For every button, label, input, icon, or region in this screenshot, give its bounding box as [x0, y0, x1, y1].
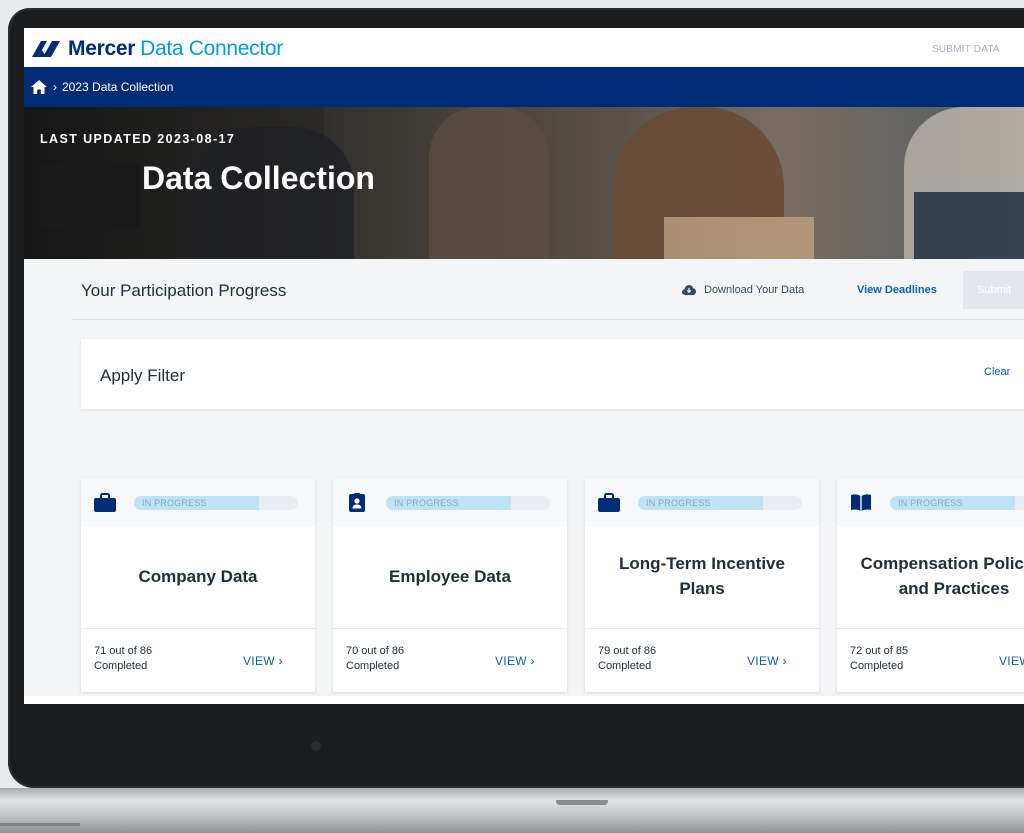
- card-header: IN PROGRESS: [585, 478, 819, 526]
- category-card[interactable]: IN PROGRESS Compensation Policies and Pr…: [837, 478, 1024, 692]
- status-badge: IN PROGRESS: [646, 498, 711, 508]
- status-badge: IN PROGRESS: [142, 498, 207, 508]
- card-title: Compensation Policies and Practices: [860, 554, 1024, 598]
- submit-data-link[interactable]: SUBMIT DATA: [932, 44, 1000, 55]
- app-logo[interactable]: Mercer Data Connector: [30, 37, 283, 61]
- card-header: IN PROGRESS: [333, 478, 567, 526]
- view-button[interactable]: VIEW ›: [495, 654, 535, 668]
- card-title: Employee Data: [389, 566, 511, 586]
- progress-title: Your Participation Progress: [81, 281, 287, 300]
- completion-count-label: Completed: [598, 660, 652, 672]
- completion-count-label: Completed: [346, 660, 400, 672]
- category-card[interactable]: IN PROGRESS Long-Term Incentive Plans 79…: [585, 478, 819, 692]
- completion-count-label: Completed: [850, 660, 904, 672]
- status-badge: IN PROGRESS: [898, 498, 963, 508]
- completion-count-value: 71 out of 86: [94, 645, 153, 657]
- clear-filter-button[interactable]: Clear: [984, 366, 1010, 378]
- cloud-download-icon: [682, 285, 696, 295]
- card-footer: 70 out of 86 Completed VIEW ›: [333, 628, 567, 693]
- completion-count: 70 out of 86 Completed: [346, 644, 404, 674]
- app-header: Mercer Data Connector SUBMIT DATA: [24, 28, 1024, 67]
- completion-count: 72 out of 85 Completed: [850, 644, 908, 674]
- progress-bar: IN PROGRESS: [638, 496, 802, 510]
- card-title: Long-Term Incentive Plans: [619, 554, 785, 598]
- download-data-label: Download Your Data: [704, 284, 805, 296]
- progress-header: Your Participation Progress Download You…: [72, 259, 1024, 320]
- card-footer: 79 out of 86 Completed VIEW ›: [585, 628, 819, 693]
- card-header: IN PROGRESS: [837, 478, 1024, 526]
- app-screen: Mercer Data Connector SUBMIT DATA › 2023…: [24, 28, 1024, 704]
- category-card[interactable]: IN PROGRESS Company Data 71 out of 86 Co…: [81, 478, 315, 692]
- card-header: IN PROGRESS: [81, 478, 315, 526]
- camera-dot: [311, 741, 321, 751]
- view-button[interactable]: VIEW ›: [243, 654, 283, 668]
- book-icon: [851, 494, 871, 511]
- download-data-link[interactable]: Download Your Data: [682, 284, 804, 296]
- laptop-hinge-notch: [556, 800, 608, 805]
- status-badge: IN PROGRESS: [394, 498, 459, 508]
- hero-dark-block: [40, 164, 140, 229]
- completion-count: 71 out of 86 Completed: [94, 644, 152, 674]
- view-button[interactable]: VIEW ›: [999, 654, 1024, 668]
- brand-name: Mercer: [68, 37, 136, 60]
- laptop-edge-line: [0, 823, 80, 826]
- briefcase-icon: [94, 493, 116, 512]
- card-title: Company Data: [138, 566, 258, 586]
- last-updated-label: LAST UPDATED 2023-08-17: [40, 132, 236, 146]
- progress-bar: IN PROGRESS: [134, 496, 298, 510]
- completion-count-label: Completed: [94, 660, 148, 672]
- filter-panel: Apply Filter Clear: [81, 339, 1024, 409]
- completion-count-value: 79 out of 86: [598, 645, 657, 657]
- card-footer: 72 out of 85 Completed VIEW ›: [837, 628, 1024, 693]
- briefcase-icon: [598, 493, 620, 512]
- progress-bar: IN PROGRESS: [890, 496, 1024, 510]
- id-badge-icon: [349, 493, 365, 512]
- laptop-base-lip: [0, 788, 1024, 798]
- product-name: Data Connector: [140, 37, 283, 60]
- chevron-right-icon: ›: [53, 80, 57, 94]
- submit-button[interactable]: Submit: [963, 271, 1024, 309]
- screen-bottom-edge: [24, 696, 1024, 704]
- breadcrumb-current: 2023 Data Collection: [62, 80, 174, 94]
- laptop-edge-line: [0, 828, 80, 830]
- breadcrumb: › 2023 Data Collection: [24, 67, 1024, 107]
- view-button[interactable]: VIEW ›: [747, 654, 787, 668]
- completion-count-value: 72 out of 85: [850, 645, 909, 657]
- filter-title[interactable]: Apply Filter: [100, 366, 185, 386]
- view-deadlines-link[interactable]: View Deadlines: [857, 284, 937, 296]
- progress-bar: IN PROGRESS: [386, 496, 550, 510]
- completion-count-value: 70 out of 86: [346, 645, 405, 657]
- page-title: Data Collection: [142, 160, 375, 196]
- hero-banner: LAST UPDATED 2023-08-17 Data Collection: [24, 107, 1024, 259]
- home-icon[interactable]: [31, 80, 47, 94]
- category-card[interactable]: IN PROGRESS Employee Data 70 out of 86 C…: [333, 478, 567, 692]
- card-footer: 71 out of 86 Completed VIEW ›: [81, 628, 315, 693]
- completion-count: 79 out of 86 Completed: [598, 644, 656, 674]
- mercer-logo-icon: [32, 41, 60, 57]
